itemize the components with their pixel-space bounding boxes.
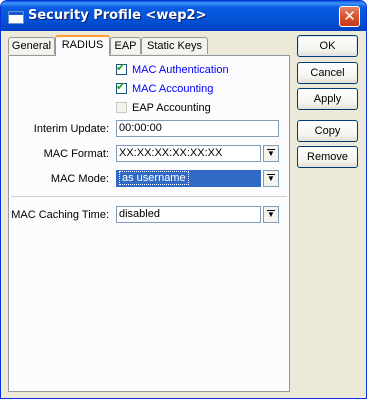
security-profile-window: Security Profile <wep2> ✕ General RADIUS… (0, 0, 367, 399)
mac-format-label: MAC Format: (43, 148, 109, 160)
ok-button[interactable]: OK (297, 35, 358, 57)
mac-authentication-checkbox[interactable]: ✔ (116, 61, 127, 75)
mac-accounting-label: MAC Accounting (132, 83, 214, 95)
mac-accounting-checkbox[interactable]: ✔ (116, 80, 127, 94)
mac-caching-time-dropdown-button[interactable]: ▼ (263, 206, 279, 223)
mac-authentication-label: MAC Authentication (132, 64, 229, 76)
radius-panel: ✔ MAC Authentication ✔ MAC Accounting EAP … (8, 55, 290, 392)
tab-eap[interactable]: EAP (110, 37, 141, 54)
eap-accounting-label: EAP Accounting (132, 102, 211, 114)
dropdown-arrow-icon: ▼ (267, 210, 275, 219)
tab-radius[interactable]: RADIUS (55, 35, 110, 56)
mac-mode-label: MAC Mode: (50, 173, 109, 185)
tab-general[interactable]: General (8, 37, 55, 54)
mac-format-select[interactable]: XX:XX:XX:XX:XX:XX (116, 145, 261, 162)
apply-button[interactable]: Apply (297, 88, 358, 110)
mac-caching-time-label: MAC Caching Time: (11, 209, 109, 221)
mac-accounting-option[interactable]: ✔ MAC Accounting (116, 81, 213, 97)
check-icon: ✔ (116, 80, 126, 93)
dropdown-arrow-icon: ▼ (267, 174, 275, 183)
remove-button[interactable]: Remove (297, 146, 358, 168)
mac-mode-dropdown-button[interactable]: ▼ (263, 170, 279, 187)
copy-button[interactable]: Copy (297, 120, 358, 142)
cancel-button[interactable]: Cancel (297, 62, 358, 84)
mac-caching-time-select[interactable]: disabled (116, 206, 261, 223)
tab-static-keys[interactable]: Static Keys (141, 37, 208, 54)
interim-update-input[interactable]: 00:00:00 (116, 120, 279, 137)
window-title: Security Profile <wep2> (28, 8, 207, 23)
eap-accounting-checkbox[interactable] (116, 101, 127, 113)
mac-format-dropdown-button[interactable]: ▼ (263, 145, 279, 162)
close-icon: ✕ (343, 7, 356, 25)
title-bar[interactable]: Security Profile <wep2> ✕ (1, 1, 366, 31)
close-button[interactable]: ✕ (339, 6, 360, 27)
interim-update-label: Interim Update: (33, 123, 109, 135)
window-icon (8, 11, 24, 24)
mac-authentication-option[interactable]: ✔ MAC Authentication (116, 62, 229, 78)
section-divider (11, 196, 287, 197)
eap-accounting-option[interactable]: EAP Accounting (116, 100, 211, 116)
mac-mode-value: as username (119, 171, 189, 185)
dropdown-arrow-icon: ▼ (267, 149, 275, 158)
check-icon: ✔ (116, 61, 126, 74)
mac-mode-select[interactable]: as username (116, 170, 261, 187)
